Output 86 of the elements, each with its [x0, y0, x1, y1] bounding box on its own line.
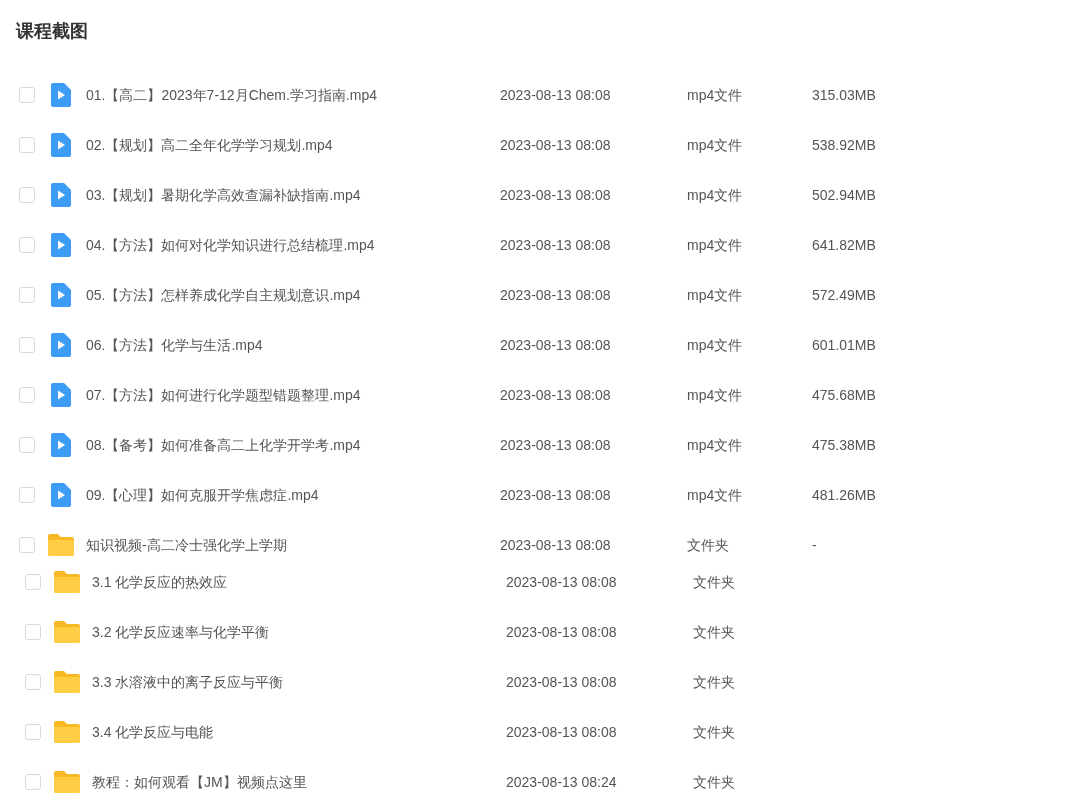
file-size: 572.49MB: [812, 286, 876, 303]
checkbox[interactable]: [19, 137, 35, 153]
modified-date: 2023-08-13 08:08: [500, 136, 611, 153]
checkbox[interactable]: [19, 437, 35, 453]
folder-icon: [54, 771, 80, 793]
file-name[interactable]: 06.【方法】化学与生活.mp4: [86, 336, 263, 353]
file-type: 文件夹: [693, 773, 735, 790]
file-size: 641.82MB: [812, 236, 876, 253]
file-type: mp4文件: [687, 286, 743, 303]
video-file-icon: [51, 183, 71, 207]
file-name[interactable]: 08.【备考】如何准备高二上化学开学考.mp4: [86, 436, 361, 453]
file-name[interactable]: 02.【规划】高二全年化学学习规划.mp4: [86, 136, 333, 153]
file-type: 文件夹: [693, 623, 735, 640]
file-type: 文件夹: [693, 573, 735, 590]
file-type: 文件夹: [693, 723, 735, 740]
file-name[interactable]: 知识视频-高二冷士强化学上学期: [86, 536, 287, 553]
video-file-icon: [51, 83, 71, 107]
checkbox[interactable]: [19, 237, 35, 253]
folder-icon: [48, 534, 74, 556]
file-name[interactable]: 09.【心理】如何克服开学焦虑症.mp4: [86, 486, 319, 503]
file-type: mp4文件: [687, 86, 743, 103]
file-name[interactable]: 教程：如何观看【JM】视频点这里: [92, 773, 307, 790]
video-file-icon: [51, 433, 71, 457]
file-type: 文件夹: [693, 673, 735, 690]
checkbox[interactable]: [19, 487, 35, 503]
checkbox[interactable]: [19, 387, 35, 403]
checkbox[interactable]: [19, 337, 35, 353]
file-name[interactable]: 3.4 化学反应与电能: [92, 723, 214, 740]
checkbox[interactable]: [19, 187, 35, 203]
folder-icon: [54, 621, 80, 643]
checkbox[interactable]: [25, 724, 41, 740]
file-name[interactable]: 3.1 化学反应的热效应: [92, 573, 228, 590]
file-type: mp4文件: [687, 436, 743, 453]
video-file-icon: [51, 483, 71, 507]
modified-date: 2023-08-13 08:08: [500, 486, 611, 503]
checkbox[interactable]: [25, 624, 41, 640]
file-type: mp4文件: [687, 236, 743, 253]
video-file-icon: [51, 133, 71, 157]
file-size: 315.03MB: [812, 86, 876, 103]
file-type: mp4文件: [687, 136, 743, 153]
file-name[interactable]: 3.3 水溶液中的离子反应与平衡: [92, 673, 284, 690]
file-type: mp4文件: [687, 336, 743, 353]
checkbox[interactable]: [25, 674, 41, 690]
file-size: 475.68MB: [812, 386, 876, 403]
modified-date: 2023-08-13 08:24: [506, 773, 617, 790]
video-file-icon: [51, 283, 71, 307]
modified-date: 2023-08-13 08:08: [500, 386, 611, 403]
file-size: -: [812, 536, 817, 553]
checkbox[interactable]: [25, 774, 41, 790]
checkbox[interactable]: [19, 537, 35, 553]
modified-date: 2023-08-13 08:08: [506, 573, 617, 590]
folder-icon: [54, 721, 80, 743]
folder-icon: [54, 671, 80, 693]
file-name[interactable]: 3.2 化学反应速率与化学平衡: [92, 623, 270, 640]
file-name[interactable]: 04.【方法】如何对化学知识进行总结梳理.mp4: [86, 236, 375, 253]
video-file-icon: [51, 333, 71, 357]
modified-date: 2023-08-13 08:08: [506, 673, 617, 690]
file-type: 文件夹: [687, 536, 729, 553]
file-name[interactable]: 07.【方法】如何进行化学题型错题整理.mp4: [86, 386, 361, 403]
folder-icon: [54, 571, 80, 593]
modified-date: 2023-08-13 08:08: [500, 186, 611, 203]
file-name[interactable]: 01.【高二】2023年7-12月Chem.学习指南.mp4: [86, 86, 377, 103]
modified-date: 2023-08-13 08:08: [506, 723, 617, 740]
modified-date: 2023-08-13 08:08: [500, 286, 611, 303]
checkbox[interactable]: [19, 87, 35, 103]
file-name[interactable]: 05.【方法】怎样养成化学自主规划意识.mp4: [86, 286, 361, 303]
modified-date: 2023-08-13 08:08: [500, 86, 611, 103]
file-name[interactable]: 03.【规划】暑期化学高效查漏补缺指南.mp4: [86, 186, 361, 203]
modified-date: 2023-08-13 08:08: [500, 436, 611, 453]
file-size: 481.26MB: [812, 486, 876, 503]
file-size: 502.94MB: [812, 186, 876, 203]
checkbox[interactable]: [19, 287, 35, 303]
file-type: mp4文件: [687, 386, 743, 403]
modified-date: 2023-08-13 08:08: [500, 536, 611, 553]
video-file-icon: [51, 233, 71, 257]
video-file-icon: [51, 383, 71, 407]
modified-date: 2023-08-13 08:08: [506, 623, 617, 640]
file-type: mp4文件: [687, 186, 743, 203]
file-type: mp4文件: [687, 486, 743, 503]
file-size: 538.92MB: [812, 136, 876, 153]
modified-date: 2023-08-13 08:08: [500, 336, 611, 353]
section-title: 课程截图: [16, 20, 88, 43]
file-size: 601.01MB: [812, 336, 876, 353]
checkbox[interactable]: [25, 574, 41, 590]
modified-date: 2023-08-13 08:08: [500, 236, 611, 253]
file-size: 475.38MB: [812, 436, 876, 453]
